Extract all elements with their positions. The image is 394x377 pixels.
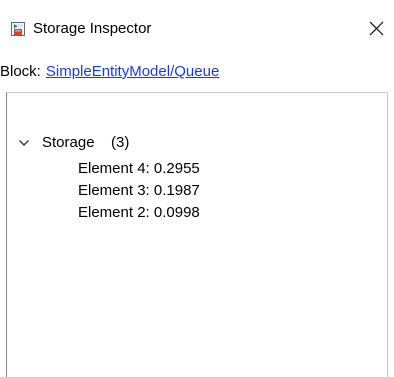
close-icon xyxy=(369,21,384,36)
close-button[interactable] xyxy=(366,18,388,40)
block-path-link[interactable]: SimpleEntityModel/Queue xyxy=(46,63,219,81)
tree-node-count: (3) xyxy=(111,134,130,151)
chevron-down-icon[interactable] xyxy=(18,139,30,147)
storage-element-item[interactable]: Element 4: 0.2955 xyxy=(78,158,200,180)
title-bar: Storage Inspector xyxy=(0,0,394,56)
storage-element-item[interactable]: Element 2: 0.0998 xyxy=(78,202,200,224)
tree-node-label: Storage xyxy=(42,134,95,151)
storage-element-list: Element 4: 0.2955 Element 3: 0.1987 Elem… xyxy=(78,158,200,224)
block-label: Block: xyxy=(0,63,41,80)
window-title: Storage Inspector xyxy=(33,20,152,37)
storage-element-item[interactable]: Element 3: 0.1987 xyxy=(78,180,200,202)
storage-inspector-app-icon xyxy=(11,22,25,36)
block-row: Block: SimpleEntityModel/Queue xyxy=(0,63,219,81)
storage-inspector-window: Storage Inspector Block: SimpleEntityMode… xyxy=(0,0,394,377)
